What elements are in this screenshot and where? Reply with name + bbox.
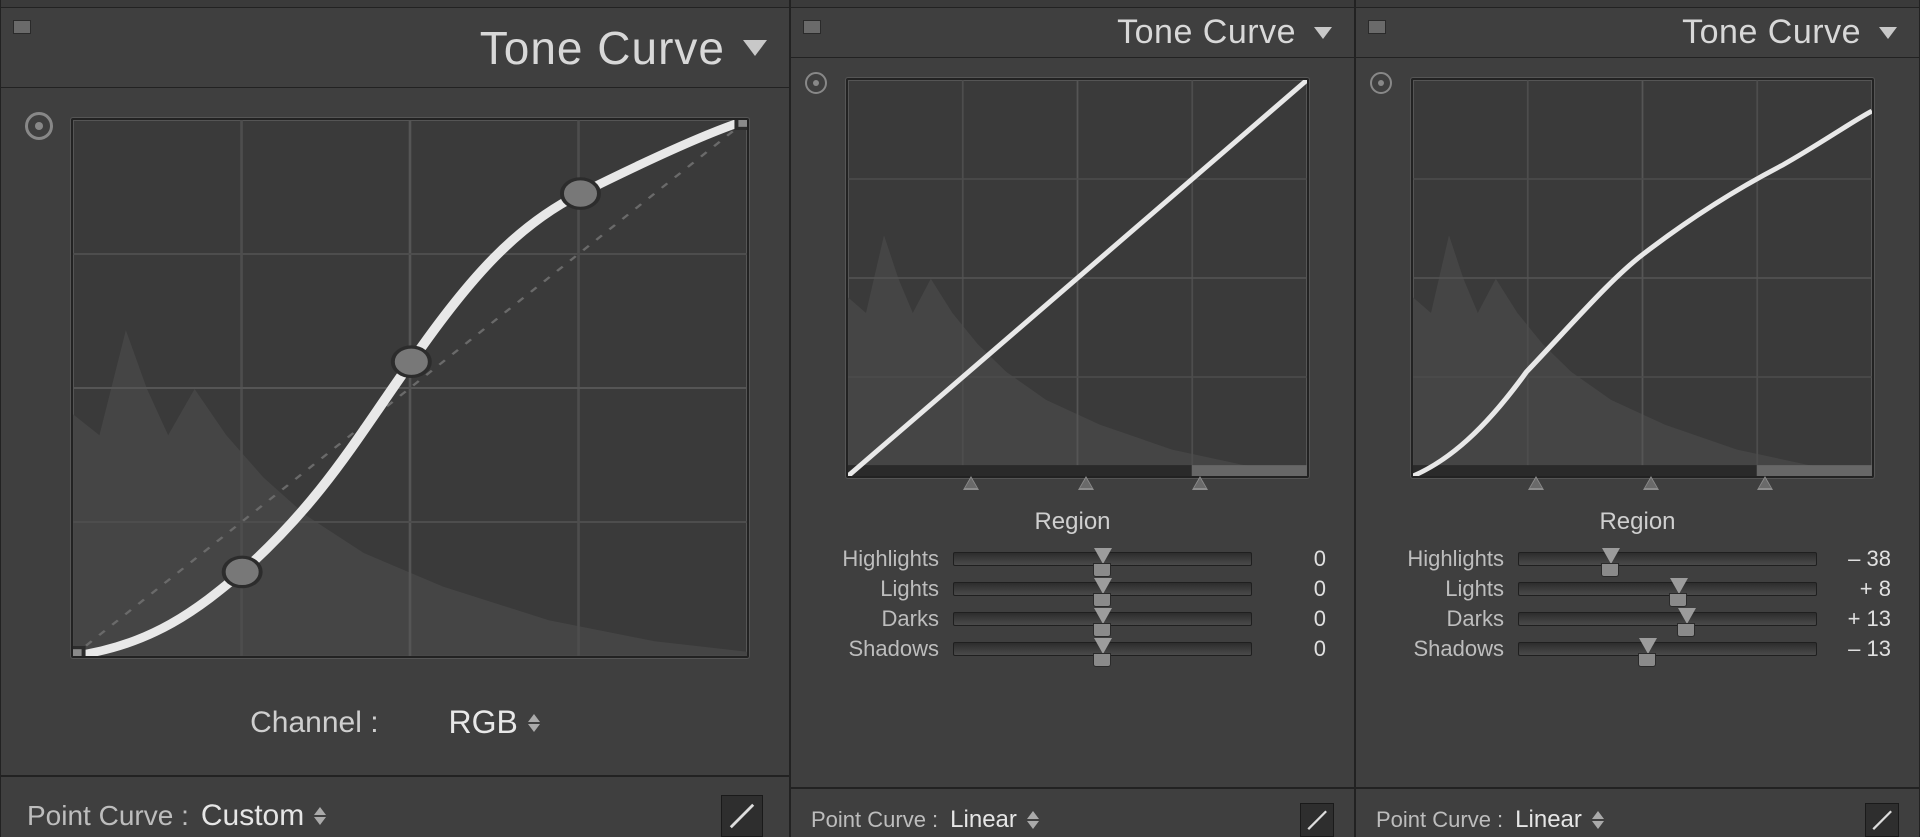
- panel-divider: [791, 0, 1354, 8]
- shadows-label: Shadows: [819, 636, 939, 662]
- darks-slider-row: Darks 0: [791, 604, 1354, 634]
- highlights-slider[interactable]: [1518, 552, 1817, 566]
- darks-slider[interactable]: [953, 612, 1252, 626]
- panel-title: Tone Curve: [1682, 13, 1861, 52]
- split-highlight-handle[interactable]: [1757, 476, 1773, 490]
- shadows-value[interactable]: 0: [1266, 636, 1326, 662]
- collapse-icon[interactable]: [1314, 27, 1332, 39]
- panel-title: Tone Curve: [480, 21, 725, 75]
- lights-slider[interactable]: [1518, 582, 1817, 596]
- updown-icon[interactable]: [528, 714, 540, 732]
- lights-label: Lights: [819, 576, 939, 602]
- point-curve-selector[interactable]: Point Curve : Linear: [811, 806, 1039, 834]
- updown-icon[interactable]: [1592, 811, 1604, 829]
- darks-value[interactable]: + 13: [1831, 606, 1891, 632]
- point-curve-value: Linear: [1515, 806, 1582, 834]
- curve-mode-toggle[interactable]: [1300, 803, 1334, 837]
- targeted-adjustment-icon[interactable]: [25, 112, 53, 140]
- curve-box[interactable]: [71, 118, 749, 658]
- grip-icon[interactable]: [13, 20, 31, 34]
- darks-slider[interactable]: [1518, 612, 1817, 626]
- curve-area: [791, 58, 1354, 488]
- split-highlight-handle[interactable]: [1192, 476, 1208, 490]
- point-curve-selector[interactable]: Point Curve : Custom: [27, 799, 326, 833]
- panel-divider: [1356, 0, 1919, 8]
- curve-area: [1, 88, 789, 678]
- split-mid-handle[interactable]: [1078, 476, 1094, 490]
- lights-slider-row: Lights 0: [791, 574, 1354, 604]
- curve-area: [1356, 58, 1919, 488]
- shadows-slider[interactable]: [1518, 642, 1817, 656]
- lights-value[interactable]: 0: [1266, 576, 1326, 602]
- channel-label: Channel :: [250, 706, 378, 740]
- darks-label: Darks: [1384, 606, 1504, 632]
- darks-label: Darks: [819, 606, 939, 632]
- curve-box[interactable]: [846, 78, 1309, 478]
- targeted-adjustment-icon[interactable]: [805, 72, 827, 94]
- panel-title: Tone Curve: [1117, 13, 1296, 52]
- point-curve-label: Point Curve :: [811, 807, 938, 833]
- point-curve-selector[interactable]: Point Curve : Linear: [1376, 806, 1604, 834]
- split-shadow-handle[interactable]: [963, 476, 979, 490]
- grip-icon[interactable]: [803, 20, 821, 34]
- curve-mode-toggle[interactable]: [1865, 803, 1899, 837]
- panel-header[interactable]: Tone Curve: [1, 8, 789, 88]
- point-curve-label: Point Curve :: [1376, 807, 1503, 833]
- collapse-icon[interactable]: [1879, 27, 1897, 39]
- lights-value[interactable]: + 8: [1831, 576, 1891, 602]
- point-curve-value: Linear: [950, 806, 1017, 834]
- panel-footer: Point Curve : Linear: [1356, 787, 1919, 837]
- highlights-label: Highlights: [819, 546, 939, 572]
- curve-mode-toggle[interactable]: [721, 795, 763, 837]
- darks-slider-row: Darks + 13: [1356, 604, 1919, 634]
- lights-slider-row: Lights + 8: [1356, 574, 1919, 604]
- highlights-label: Highlights: [1384, 546, 1504, 572]
- panel-header[interactable]: Tone Curve: [791, 8, 1354, 58]
- shadows-value[interactable]: – 13: [1831, 636, 1891, 662]
- updown-icon[interactable]: [314, 807, 326, 825]
- highlights-slider-row: Highlights 0: [791, 544, 1354, 574]
- tone-curve-panel-1: Tone Curve: [0, 0, 790, 837]
- channel-value: RGB: [449, 704, 518, 741]
- highlights-slider-row: Highlights – 38: [1356, 544, 1919, 574]
- curve-box[interactable]: [1411, 78, 1874, 478]
- grip-icon[interactable]: [1368, 20, 1386, 34]
- split-mid-handle[interactable]: [1643, 476, 1659, 490]
- channel-selector[interactable]: Channel : RGB: [1, 678, 789, 763]
- split-shadow-handle[interactable]: [1528, 476, 1544, 490]
- shadows-label: Shadows: [1384, 636, 1504, 662]
- lights-slider[interactable]: [953, 582, 1252, 596]
- highlights-value[interactable]: 0: [1266, 546, 1326, 572]
- tone-curve-panel-3: Tone Curve: [1355, 0, 1920, 837]
- panel-header[interactable]: Tone Curve: [1356, 8, 1919, 58]
- collapse-icon[interactable]: [743, 40, 767, 56]
- panel-divider: [1, 0, 789, 8]
- shadows-slider[interactable]: [953, 642, 1252, 656]
- shadows-slider-row: Shadows 0: [791, 634, 1354, 664]
- highlights-value[interactable]: – 38: [1831, 546, 1891, 572]
- targeted-adjustment-icon[interactable]: [1370, 72, 1392, 94]
- updown-icon[interactable]: [1027, 811, 1039, 829]
- point-curve-value: Custom: [201, 799, 304, 833]
- panel-footer: Point Curve : Custom: [1, 775, 789, 837]
- darks-value[interactable]: 0: [1266, 606, 1326, 632]
- region-label: Region: [1356, 508, 1919, 536]
- point-curve-label: Point Curve :: [27, 800, 189, 832]
- lights-label: Lights: [1384, 576, 1504, 602]
- region-label: Region: [791, 508, 1354, 536]
- shadows-slider-row: Shadows – 13: [1356, 634, 1919, 664]
- tone-curve-panel-2: Tone Curve: [790, 0, 1355, 837]
- panel-footer: Point Curve : Linear: [791, 787, 1354, 837]
- highlights-slider[interactable]: [953, 552, 1252, 566]
